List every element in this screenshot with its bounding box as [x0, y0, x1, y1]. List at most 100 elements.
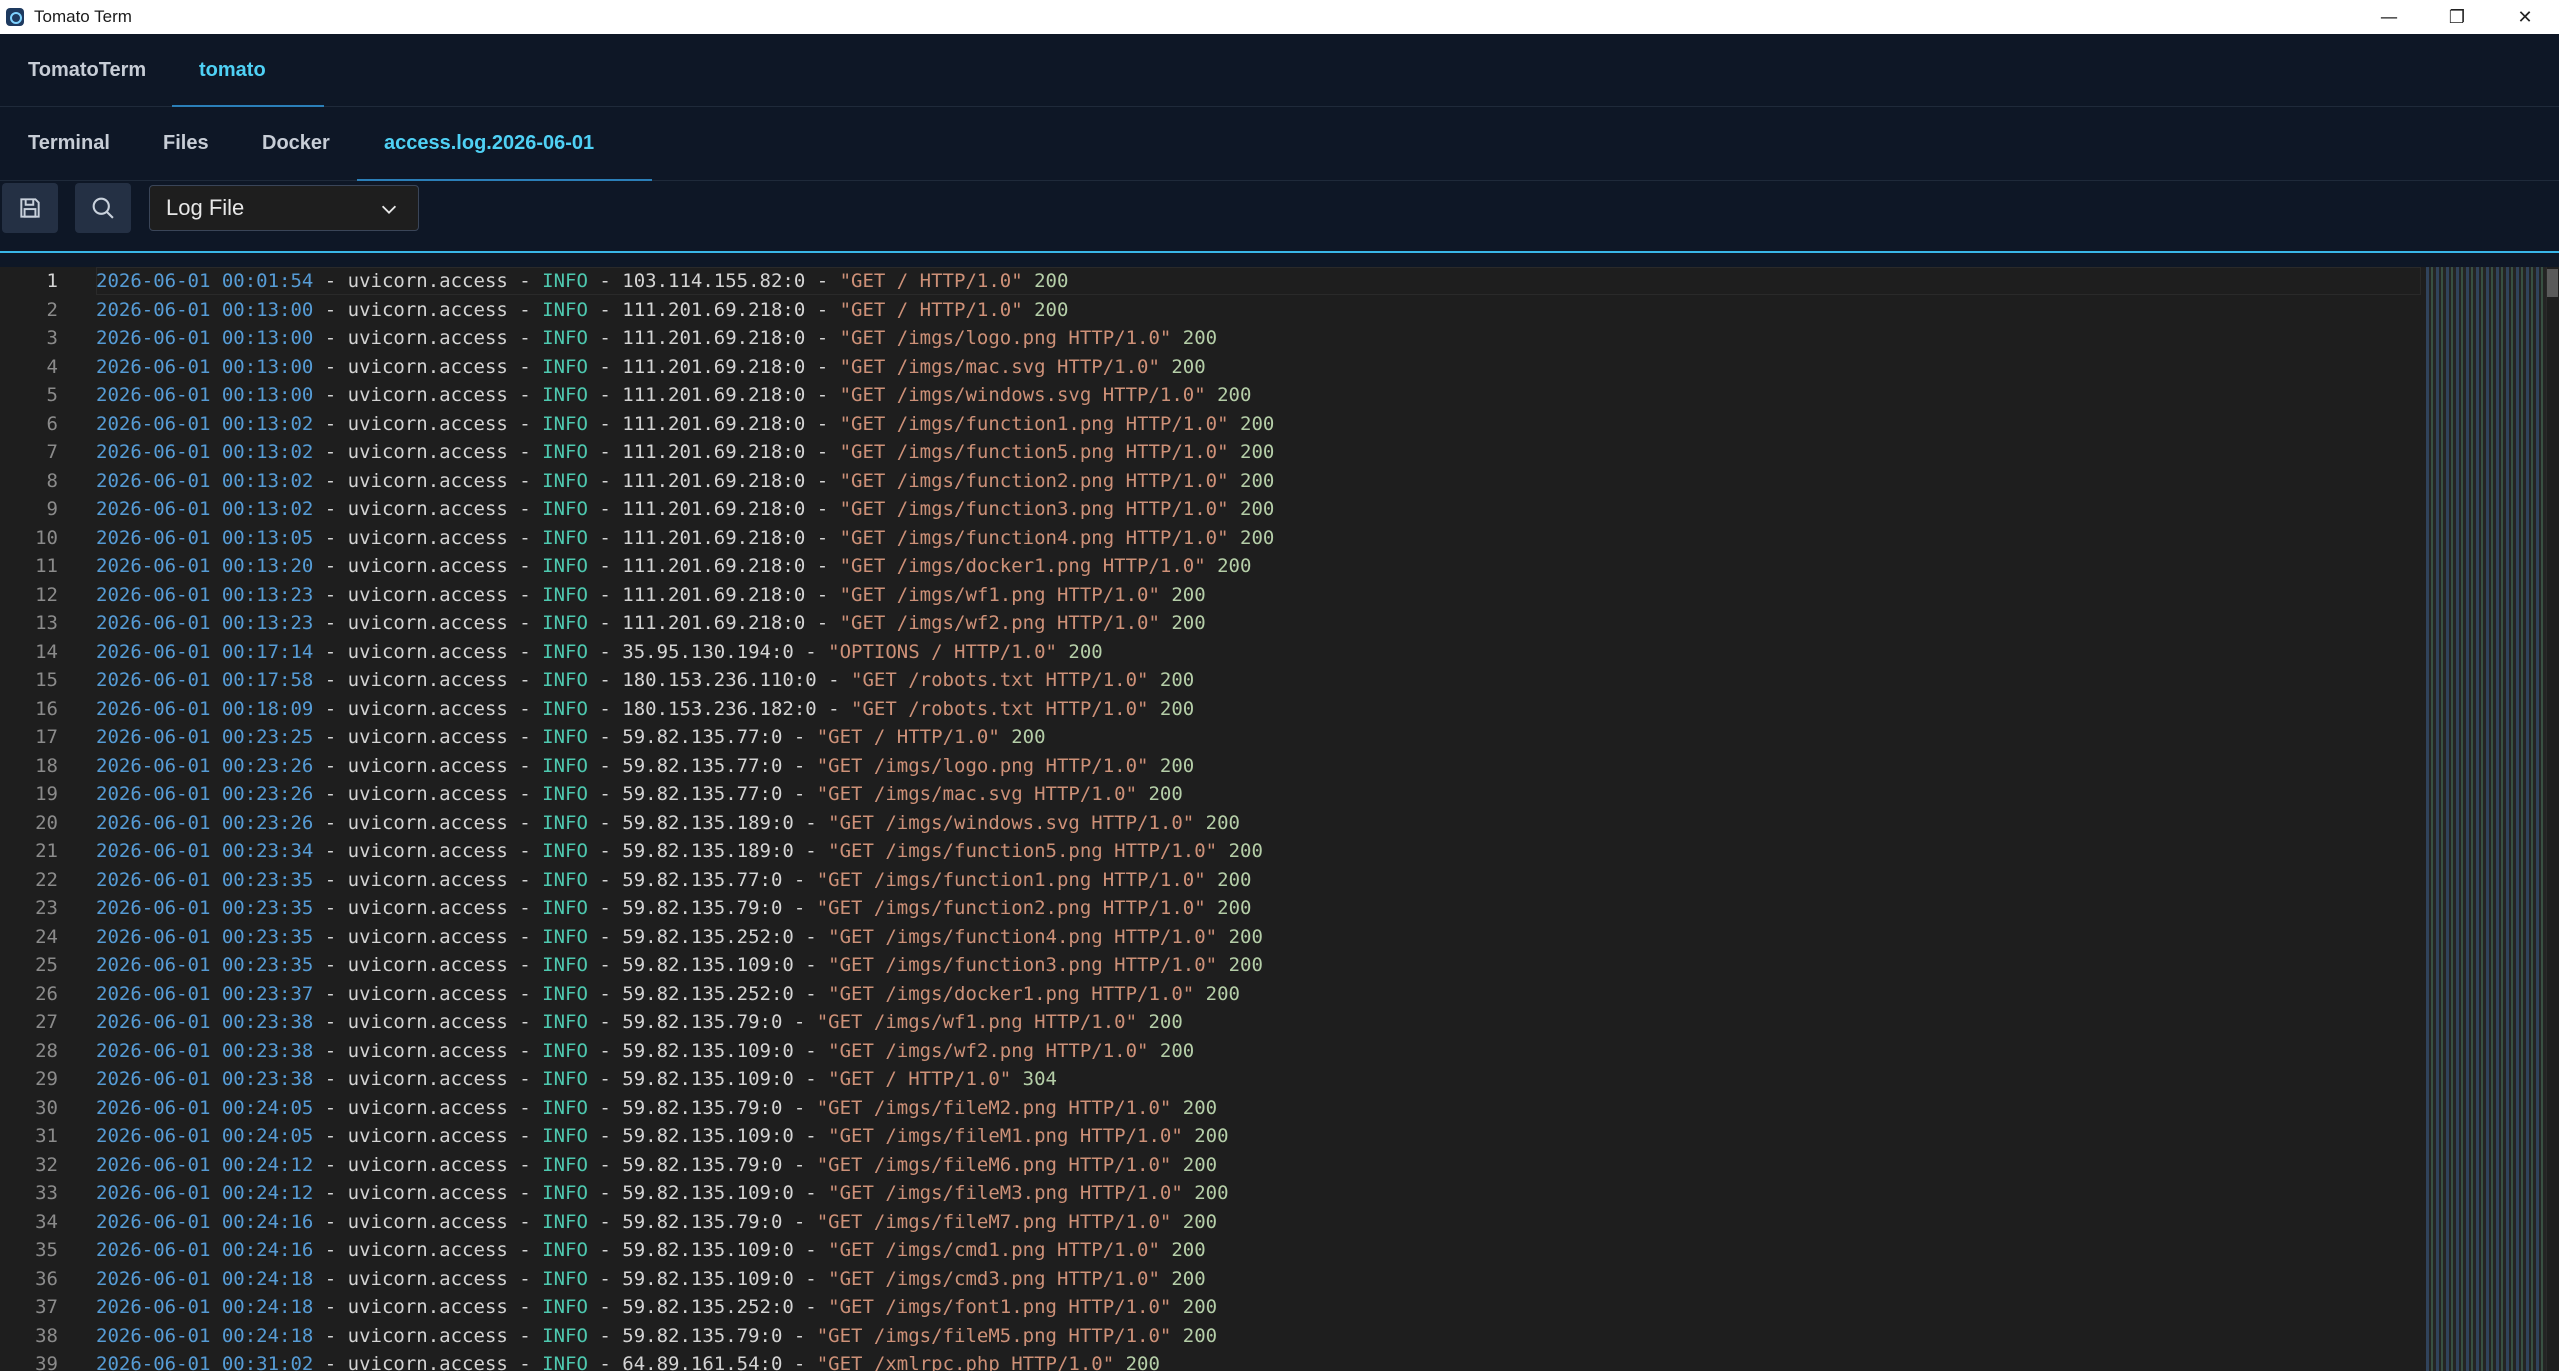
log-editor[interactable]: 1 2026-06-01 00:01:54 - uvicorn.access - …: [0, 267, 2559, 1371]
log-level: INFO: [542, 355, 588, 378]
log-timestamp: 2026-06-01 00:13:20: [96, 555, 314, 578]
line-number: 13: [35, 612, 58, 635]
log-request: "GET /imgs/fileM5.png HTTP/1.0": [816, 1324, 1172, 1347]
tab-tomatoterm[interactable]: TomatoTerm: [28, 34, 146, 106]
log-timestamp: 2026-06-01 00:23:38: [96, 1011, 314, 1034]
line-content: 2026-06-01 00:23:34 - uvicorn.access - I…: [96, 840, 1263, 863]
log-source: uvicorn.access: [347, 555, 508, 578]
log-source: uvicorn.access: [347, 1096, 508, 1119]
search-icon: [92, 197, 114, 219]
window-controls: — ❐ ✕: [2355, 0, 2559, 34]
log-request: "GET /imgs/fileM2.png HTTP/1.0": [816, 1096, 1172, 1119]
line-content: 2026-06-01 00:23:35 - uvicorn.access - I…: [96, 925, 1263, 948]
log-status-code: 200: [1182, 1210, 1218, 1233]
log-status-code: 200: [1171, 355, 1206, 378]
editor-line: 12 2026-06-01 00:13:23 - uvicorn.access -…: [0, 581, 2420, 610]
log-request: "GET / HTTP/1.0": [839, 298, 1023, 321]
log-timestamp: 2026-06-01 00:13:02: [96, 441, 314, 464]
log-status-code: 200: [1159, 669, 1195, 692]
minimize-button[interactable]: —: [2355, 0, 2423, 34]
log-client-address: 111.201.69.218:0: [622, 498, 806, 521]
app-tab-bar: TomatoTerm tomato: [0, 34, 2559, 107]
log-request: "GET / HTTP/1.0": [828, 1068, 1012, 1091]
log-client-address: 59.82.135.109:0: [622, 1039, 794, 1062]
line-content: 2026-06-01 00:24:12 - uvicorn.access - I…: [96, 1153, 1218, 1176]
tab-files[interactable]: Files: [163, 107, 209, 180]
app-logo-icon: [6, 8, 24, 26]
line-content: 2026-06-01 00:23:35 - uvicorn.access - I…: [96, 897, 1252, 920]
log-timestamp: 2026-06-01 00:13:23: [96, 583, 314, 606]
minimap-viewport[interactable]: [2426, 267, 2546, 1371]
log-client-address: 111.201.69.218:0: [622, 612, 806, 635]
log-level: INFO: [542, 612, 588, 635]
save-button[interactable]: [2, 183, 58, 233]
log-client-address: 111.201.69.218:0: [622, 583, 806, 606]
log-status-code: 200: [1171, 583, 1206, 606]
line-content: 2026-06-01 00:23:38 - uvicorn.access - I…: [96, 1068, 1057, 1091]
line-number: 35: [35, 1239, 58, 1262]
editor-line: 11 2026-06-01 00:13:20 - uvicorn.access -…: [0, 552, 2420, 581]
editor-line: 17 2026-06-01 00:23:25 - uvicorn.access -…: [0, 723, 2420, 752]
save-icon: [20, 198, 40, 218]
editor-line: 28 2026-06-01 00:23:38 - uvicorn.access -…: [0, 1037, 2420, 1066]
log-status-code: 200: [1182, 1153, 1218, 1176]
log-request: "GET /imgs/windows.svg HTTP/1.0": [839, 384, 1206, 407]
log-status-code: 200: [1240, 526, 1275, 549]
log-level: INFO: [542, 327, 588, 350]
log-level: INFO: [542, 1210, 588, 1233]
log-source: uvicorn.access: [347, 1125, 508, 1148]
log-client-address: 111.201.69.218:0: [622, 555, 806, 578]
log-source: uvicorn.access: [347, 1239, 508, 1262]
log-level: INFO: [542, 897, 588, 920]
editor-line: 29 2026-06-01 00:23:38 - uvicorn.access -…: [0, 1065, 2420, 1094]
log-level: INFO: [542, 270, 588, 293]
log-level: INFO: [542, 412, 588, 435]
language-mode-select[interactable]: Log File: [149, 185, 419, 231]
line-content: 2026-06-01 00:23:35 - uvicorn.access - I…: [96, 954, 1263, 977]
log-timestamp: 2026-06-01 00:23:35: [96, 897, 314, 920]
tab-terminal[interactable]: Terminal: [28, 107, 110, 180]
editor-line: 23 2026-06-01 00:23:35 - uvicorn.access -…: [0, 894, 2420, 923]
log-request: "GET /imgs/logo.png HTTP/1.0": [816, 754, 1149, 777]
maximize-button[interactable]: ❐: [2423, 0, 2491, 34]
log-status-code: 200: [1182, 1296, 1218, 1319]
log-timestamp: 2026-06-01 00:23:38: [96, 1039, 314, 1062]
log-client-address: 111.201.69.218:0: [622, 469, 806, 492]
log-timestamp: 2026-06-01 00:24:12: [96, 1153, 314, 1176]
editor-line: 37 2026-06-01 00:24:18 - uvicorn.access -…: [0, 1293, 2420, 1322]
log-timestamp: 2026-06-01 00:24:05: [96, 1125, 314, 1148]
line-number: 29: [35, 1068, 58, 1091]
log-level: INFO: [542, 783, 588, 806]
log-source: uvicorn.access: [347, 1296, 508, 1319]
line-content: 2026-06-01 00:13:02 - uvicorn.access - I…: [96, 441, 1275, 464]
line-content: 2026-06-01 00:13:23 - uvicorn.access - I…: [96, 583, 1206, 606]
tab-tomato[interactable]: tomato: [199, 34, 266, 106]
line-number: 18: [35, 754, 58, 777]
vertical-scrollbar[interactable]: [2546, 267, 2559, 1371]
search-button[interactable]: [75, 183, 131, 233]
log-request: "GET /imgs/wf1.png HTTP/1.0": [816, 1011, 1138, 1034]
log-level: INFO: [542, 384, 588, 407]
log-status-code: 200: [1034, 270, 1069, 293]
log-request: "GET /imgs/wf1.png HTTP/1.0": [839, 583, 1160, 606]
log-request: "GET / HTTP/1.0": [839, 270, 1023, 293]
line-content: 2026-06-01 00:13:20 - uvicorn.access - I…: [96, 555, 1252, 578]
log-timestamp: 2026-06-01 00:01:54: [96, 270, 314, 293]
line-content: 2026-06-01 00:01:54 - uvicorn.access - I…: [96, 270, 1069, 293]
line-content: 2026-06-01 00:23:38 - uvicorn.access - I…: [96, 1011, 1183, 1034]
log-source: uvicorn.access: [347, 469, 508, 492]
close-button[interactable]: ✕: [2491, 0, 2559, 34]
editor-line: 4 2026-06-01 00:13:00 - uvicorn.access - …: [0, 353, 2420, 382]
tab-access-log[interactable]: access.log.2026-06-01: [384, 107, 594, 180]
line-number: 23: [35, 897, 58, 920]
log-status-code: 200: [1240, 412, 1275, 435]
log-timestamp: 2026-06-01 00:13:00: [96, 327, 314, 350]
log-client-address: 59.82.135.79:0: [622, 1011, 783, 1034]
tab-docker[interactable]: Docker: [262, 107, 330, 180]
scrollbar-thumb[interactable]: [2547, 269, 2558, 297]
log-status-code: 304: [1022, 1068, 1057, 1091]
line-content: 2026-06-01 00:23:26 - uvicorn.access - I…: [96, 754, 1195, 777]
line-number: 25: [35, 954, 58, 977]
log-client-address: 111.201.69.218:0: [622, 327, 806, 350]
log-source: uvicorn.access: [347, 1068, 508, 1091]
